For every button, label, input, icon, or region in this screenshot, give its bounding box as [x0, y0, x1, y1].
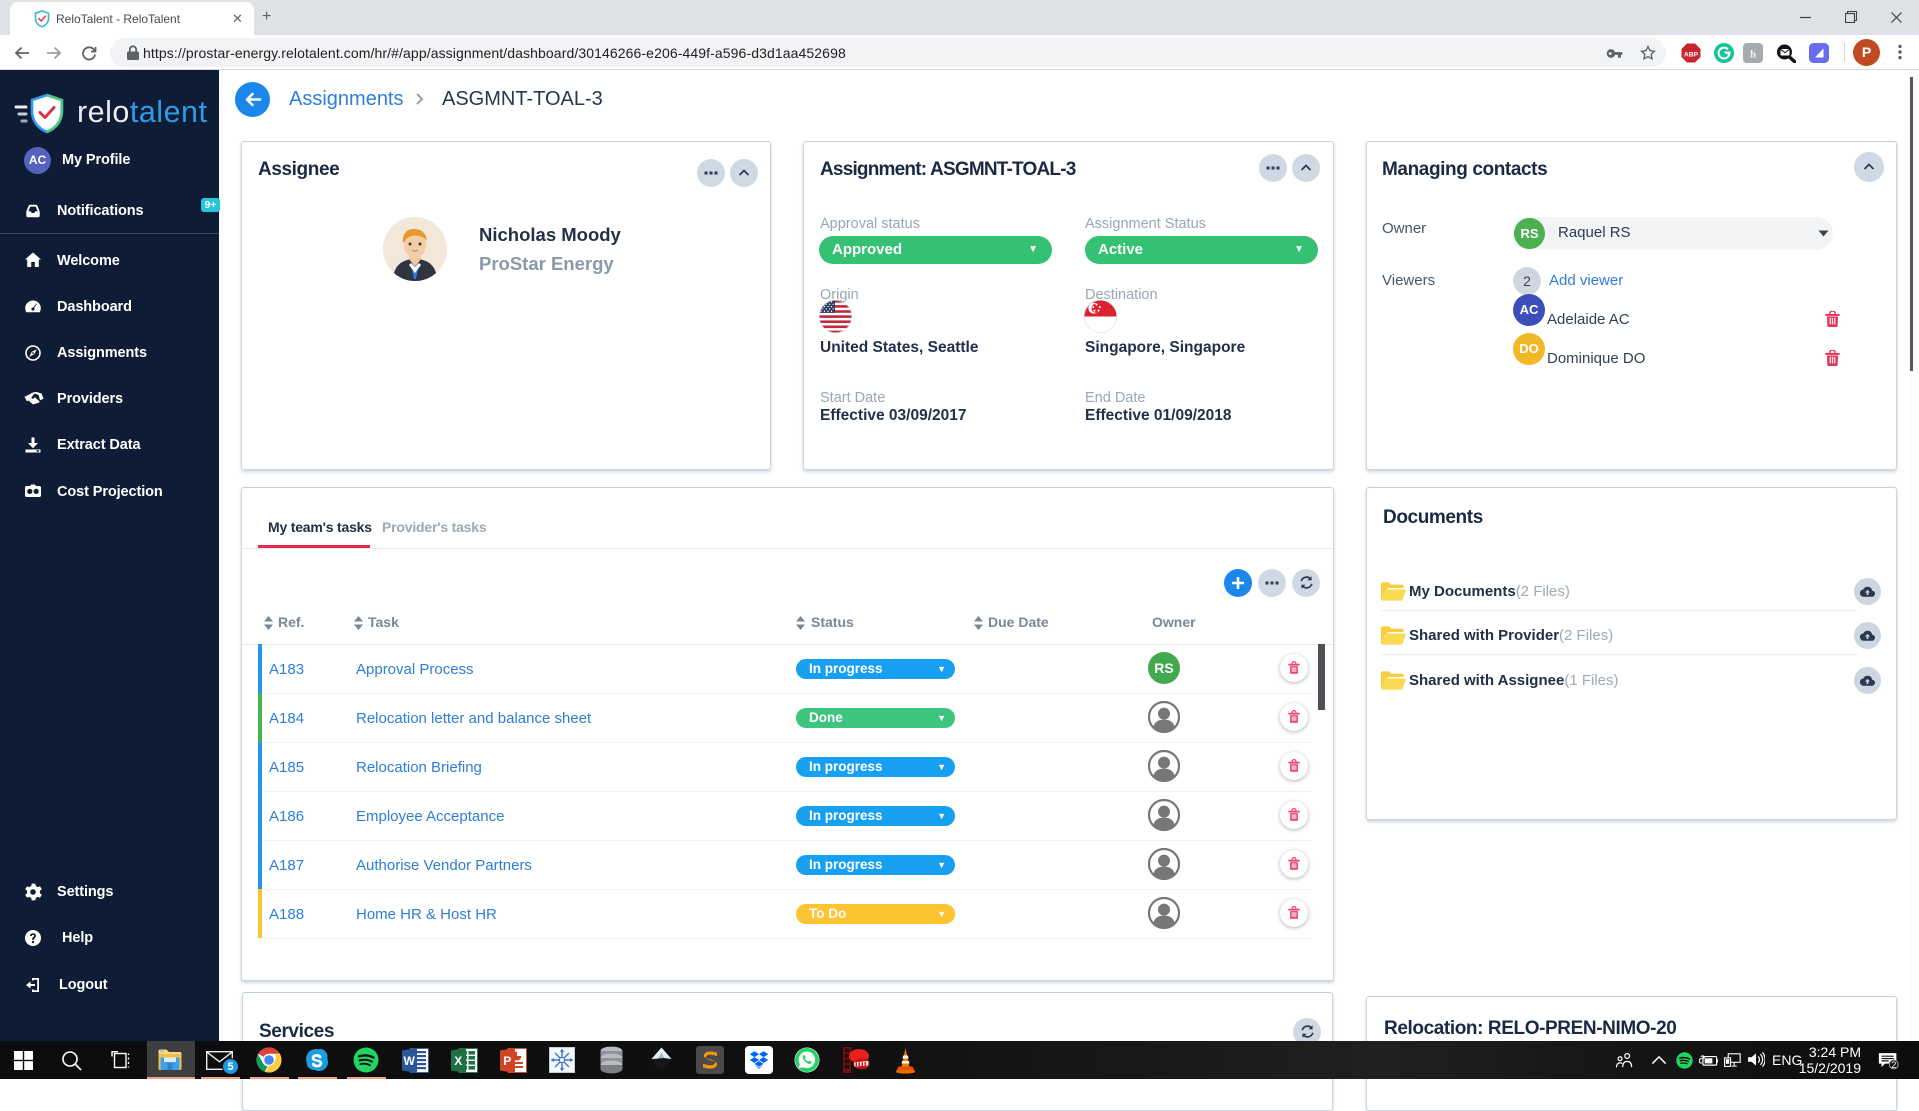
svg-text:h: h [1750, 49, 1756, 61]
svg-text:ABP: ABP [1684, 52, 1699, 59]
svg-text:P: P [503, 1054, 511, 1068]
svg-text:W: W [404, 1054, 416, 1068]
svg-text:2: 2 [1891, 1060, 1896, 1070]
svg-text:X: X [454, 1054, 462, 1068]
